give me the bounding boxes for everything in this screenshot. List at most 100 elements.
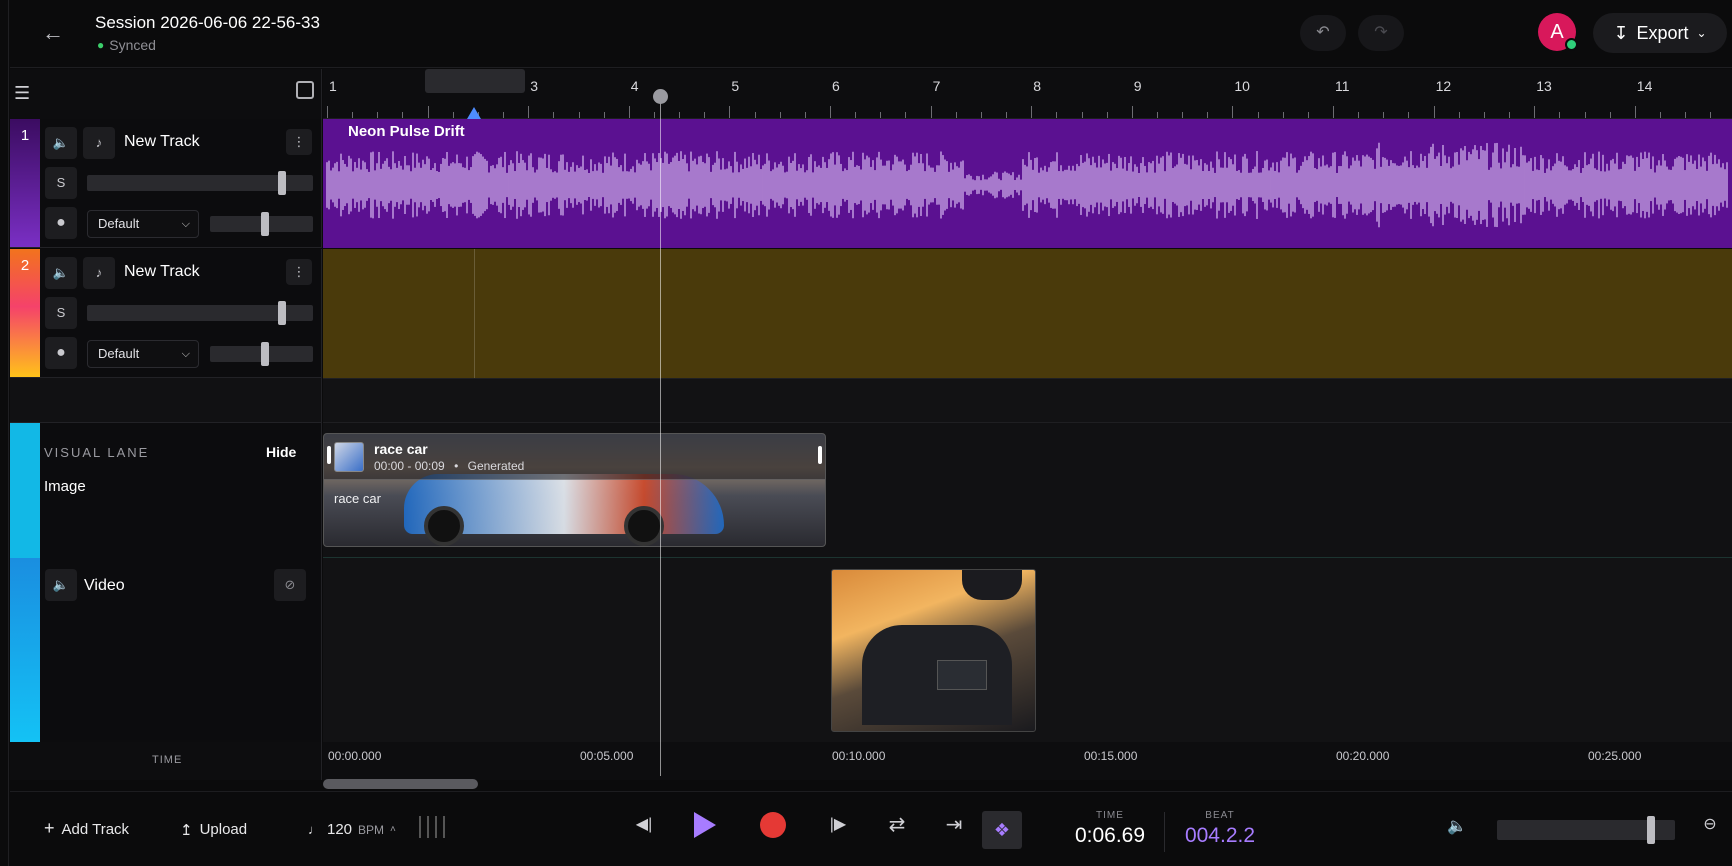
ruler-tick [578, 112, 580, 118]
sync-status-label: Synced [109, 37, 156, 53]
music-note-icon: ♪ [95, 135, 103, 150]
ruler-tick [1232, 106, 1234, 118]
bpm-label: BPM [358, 822, 385, 837]
instrument-button[interactable]: ♪ [83, 127, 115, 159]
ruler-tick [352, 112, 354, 118]
hide-button[interactable]: Hide [266, 444, 296, 460]
loop-region[interactable] [425, 69, 525, 93]
video-clip[interactable] [831, 569, 1036, 732]
export-button[interactable]: ↧ Export ⌄ [1593, 13, 1727, 53]
record-arm-button[interactable]: ● [45, 207, 77, 239]
session-title: Session 2026-06-06 22-56-33 [95, 13, 320, 32]
metronome-icon[interactable] [419, 816, 457, 842]
ruler-tick [1106, 112, 1108, 118]
undo-button[interactable]: ↶ [1300, 15, 1346, 51]
ruler-tick [528, 106, 530, 118]
ruler-bar-number: 8 [1033, 78, 1041, 94]
music-note-icon: ♪ [95, 265, 103, 280]
record-button[interactable] [760, 812, 786, 838]
track-name[interactable]: New Track [124, 263, 200, 281]
ruler-bar-number: 9 [1133, 78, 1142, 94]
time-ruler[interactable]: 00:00.000 00:05.000 00:10.000 00:15.000 00:2… [323, 742, 1732, 780]
mute-button[interactable]: 🔈 [45, 257, 77, 289]
bar-ruler[interactable]: 1234567891011121314 [323, 69, 1732, 119]
upload-button[interactable]: ↥ Upload [180, 821, 247, 839]
playhead-line[interactable] [660, 96, 661, 776]
skip-back-button[interactable]: ◀| [630, 814, 658, 834]
ruler-tick [754, 112, 756, 118]
instrument-button[interactable]: ♪ [83, 257, 115, 289]
pan-slider-thumb[interactable] [261, 212, 269, 236]
track-list-icon[interactable]: ☰ [14, 83, 30, 104]
input-select[interactable]: Default ⌵ [87, 210, 199, 238]
ruler-tick [905, 112, 907, 118]
ruler-bar-number: 4 [630, 78, 639, 94]
playhead-handle[interactable] [653, 89, 668, 104]
plus-icon: + [44, 818, 55, 838]
video-mute-button[interactable]: 🔈 [45, 569, 77, 601]
audio-lane-1[interactable] [323, 119, 1732, 248]
pan-slider-thumb[interactable] [261, 342, 269, 366]
ruler-tick [1433, 106, 1435, 118]
track-menu-button[interactable]: ⋮ [286, 259, 312, 285]
mute-button[interactable]: 🔈 [45, 127, 77, 159]
ruler-tick [452, 112, 454, 118]
ruler-tick [427, 106, 429, 118]
record-arm-button[interactable]: ● [45, 337, 77, 369]
input-select[interactable]: Default ⌵ [87, 340, 199, 368]
skip-forward-button[interactable]: |▶ [824, 814, 852, 834]
add-track-button[interactable]: + Add Track [44, 818, 129, 838]
ruler-tick [1182, 112, 1184, 118]
redo-button[interactable]: ↷ [1358, 15, 1404, 51]
clip-trim-handle-right[interactable] [818, 446, 822, 464]
ruler-tick [603, 112, 605, 118]
empty-track-slot [10, 378, 322, 423]
zoom-out-icon: ⊖ [1703, 816, 1717, 833]
ruler-tick [980, 112, 982, 118]
ruler-tick [402, 112, 404, 118]
track-name[interactable]: New Track [124, 133, 200, 151]
track-menu-button[interactable]: ⋮ [286, 129, 312, 155]
ruler-tick [830, 106, 831, 118]
time-display: 0:06.69 [1074, 824, 1146, 847]
master-volume-icon[interactable]: 🔈 [1443, 816, 1471, 836]
volume-slider-thumb[interactable] [278, 301, 286, 325]
horizontal-scrollbar[interactable] [323, 779, 478, 789]
snap-toggle-button[interactable]: ❖ [982, 811, 1022, 849]
play-button[interactable] [694, 812, 716, 838]
chevron-down-icon: ⌵ [181, 348, 190, 360]
volume-slider-thumb[interactable] [278, 171, 286, 195]
audio-clip-title: Neon Pulse Drift [348, 123, 465, 140]
ruler-tick [779, 112, 781, 118]
redo-icon: ↷ [1374, 24, 1388, 41]
top-header: ← Session 2026-06-06 22-56-33 ● Synced ↶… [10, 0, 1732, 68]
track-list-toolbar: ☰ [10, 69, 322, 119]
visual-lane-type: Image [44, 478, 86, 495]
transport-bar: + Add Track ↥ Upload ♩ 120 BPM ˄ ◀| |▶ ⇄… [10, 791, 1732, 866]
back-arrow-icon[interactable]: ← [38, 18, 68, 48]
ruler-tick [1584, 112, 1586, 118]
image-clip[interactable]: race car 00:00 - 00:09 • Generated race … [323, 433, 826, 547]
zoom-out-button[interactable]: ⊖ [1696, 814, 1724, 834]
master-volume-thumb[interactable] [1647, 816, 1655, 844]
visual-lane-header: VISUAL LANE Hide Image [10, 423, 322, 558]
loop-marker[interactable] [467, 107, 481, 119]
track-header-2: 2 🔈 ♪ New Track ⋮ S ● Default ⌵ [10, 249, 322, 378]
ruler-tick [1207, 112, 1209, 118]
visibility-toggle-button[interactable]: ⊘ [274, 569, 306, 601]
clip-trim-handle-left[interactable] [327, 446, 331, 464]
ruler-tick [955, 112, 957, 118]
bpm-control[interactable]: ♩ 120 BPM ˄ [308, 821, 396, 838]
solo-button[interactable]: S [45, 167, 77, 199]
image-clip-meta: 00:00 - 00:09 • Generated [374, 459, 525, 473]
ruler-tick [1131, 106, 1133, 118]
window-frame-left [0, 0, 9, 866]
audio-lane-2[interactable] [323, 249, 1732, 378]
chevron-down-icon: ⌄ [1696, 26, 1707, 40]
solo-button[interactable]: S [45, 297, 77, 329]
loop-button[interactable]: ⇄ [883, 812, 911, 837]
collapse-panel-icon[interactable] [296, 81, 314, 99]
ruler-tick [377, 112, 379, 118]
follow-playhead-button[interactable]: ⇥ [940, 812, 968, 837]
ruler-tick [804, 112, 806, 118]
